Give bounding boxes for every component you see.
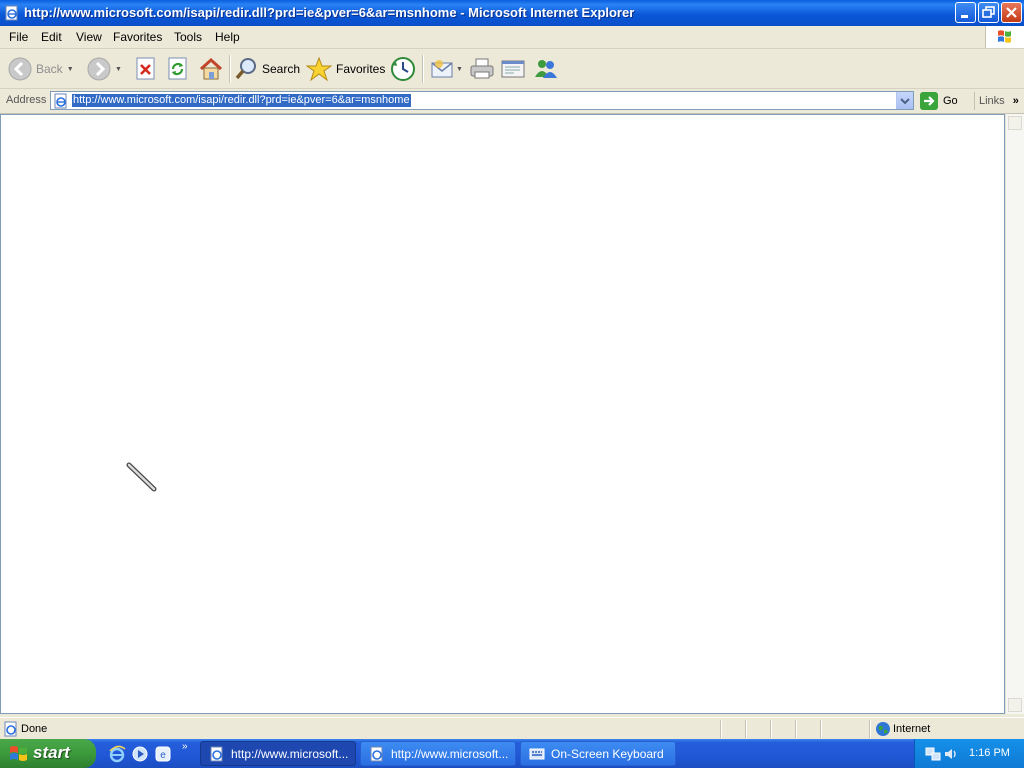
network-icon[interactable] (925, 746, 941, 762)
search-label: Search (262, 62, 301, 76)
standard-toolbar: Back ▼ ▼ Search Favorites ▼ (0, 49, 1024, 89)
go-arrow-icon (920, 92, 938, 110)
page-done-icon (3, 721, 19, 737)
status-separator (720, 720, 722, 738)
address-dropdown-button[interactable] (896, 92, 913, 109)
quicklaunch-ie-icon[interactable] (108, 745, 126, 763)
chevron-right-icon[interactable]: » (1013, 95, 1019, 107)
menu-favorites[interactable]: Favorites (113, 30, 162, 44)
security-zone-text: Internet (893, 723, 931, 735)
scroll-down-button[interactable] (1008, 698, 1022, 712)
search-icon (234, 57, 258, 81)
taskbar-task-ie-1[interactable]: http://www.microsoft... (200, 741, 356, 766)
windows-flag-icon (9, 745, 29, 763)
scroll-up-button[interactable] (1008, 116, 1022, 130)
back-button[interactable]: Back ▼ (8, 54, 74, 84)
stop-button[interactable] (135, 54, 157, 84)
page-content[interactable] (0, 114, 1005, 714)
messenger-button[interactable] (532, 54, 560, 84)
messenger-icon (532, 57, 560, 81)
keyboard-icon (529, 748, 545, 759)
start-label: start (33, 743, 70, 762)
favorites-button[interactable]: Favorites (306, 54, 385, 84)
back-arrow-icon (8, 57, 32, 81)
mail-dropdown-icon[interactable]: ▼ (456, 66, 463, 73)
search-button[interactable]: Search (234, 54, 300, 84)
address-url-text[interactable]: http://www.microsoft.com/isapi/redir.dll… (72, 94, 411, 107)
address-label: Address (6, 94, 47, 106)
menu-bar: File Edit View Favorites Tools Help (0, 26, 1024, 49)
minimize-button[interactable] (955, 2, 976, 23)
address-bar: Address http://www.microsoft.com/isapi/r… (0, 89, 1024, 114)
go-button[interactable]: Go (920, 92, 958, 110)
taskbar: start e » http://www.microsoft... http:/… (0, 739, 1024, 768)
quicklaunch-media-icon[interactable] (131, 745, 149, 763)
menu-tools[interactable]: Tools (174, 30, 202, 44)
system-tray: 1:16 PM (914, 739, 1024, 768)
taskbar-task-ie-2[interactable]: http://www.microsoft... (360, 741, 516, 766)
forward-arrow-icon (87, 57, 111, 81)
edit-page-icon (500, 57, 526, 81)
restore-button[interactable] (978, 2, 999, 23)
status-text: Done (21, 723, 48, 735)
print-button[interactable] (469, 54, 495, 84)
internet-zone-icon (875, 721, 891, 737)
back-label: Back (36, 62, 63, 76)
status-separator (770, 720, 772, 738)
ie-page-icon (4, 5, 20, 21)
ie-page-icon (370, 746, 383, 761)
windows-logo-icon (985, 26, 1024, 48)
ie-page-icon (210, 746, 223, 761)
vertical-scrollbar[interactable] (1005, 114, 1024, 714)
start-button[interactable]: start (0, 739, 96, 768)
back-dropdown-icon[interactable]: ▼ (67, 66, 74, 73)
status-separator (795, 720, 797, 738)
toolbar-separator (229, 55, 231, 83)
menu-view[interactable]: View (76, 30, 102, 44)
window-title: http://www.microsoft.com/isapi/redir.dll… (24, 5, 635, 20)
forward-button[interactable]: ▼ (87, 54, 122, 84)
pen-cursor-icon (126, 462, 158, 494)
taskbar-task-osk[interactable]: On-Screen Keyboard (520, 741, 676, 766)
task-label: http://www.microsoft... (231, 746, 349, 761)
toolbar-separator (422, 55, 424, 83)
go-label: Go (943, 95, 958, 107)
links-toolbar[interactable]: Links » (974, 92, 1019, 110)
forward-dropdown-icon[interactable]: ▼ (115, 66, 122, 73)
stop-icon (135, 57, 157, 81)
volume-icon[interactable] (943, 746, 959, 762)
menu-edit[interactable]: Edit (41, 30, 62, 44)
status-separator (869, 720, 871, 738)
history-button[interactable] (390, 54, 416, 84)
close-button[interactable] (1001, 2, 1022, 23)
clock[interactable]: 1:16 PM (969, 747, 1010, 759)
edit-button[interactable] (500, 54, 526, 84)
task-label: http://www.microsoft... (391, 746, 509, 761)
mail-icon (430, 58, 456, 80)
title-bar[interactable]: http://www.microsoft.com/isapi/redir.dll… (0, 0, 1024, 26)
quicklaunch-outlook-icon[interactable]: e (154, 745, 172, 763)
favorites-label: Favorites (336, 62, 386, 76)
menu-file[interactable]: File (9, 30, 28, 44)
address-input[interactable]: http://www.microsoft.com/isapi/redir.dll… (50, 91, 914, 110)
refresh-button[interactable] (167, 54, 189, 84)
quicklaunch-chevron-icon[interactable]: » (182, 741, 188, 752)
links-label: Links (979, 95, 1005, 107)
mail-button[interactable]: ▼ (430, 54, 463, 84)
home-button[interactable] (198, 54, 224, 84)
refresh-icon (167, 57, 189, 81)
status-bar: Done Internet (0, 717, 1024, 740)
status-separator (820, 720, 822, 738)
svg-text:e: e (160, 750, 166, 761)
star-icon (306, 57, 332, 81)
status-separator (745, 720, 747, 738)
history-icon (390, 56, 416, 82)
printer-icon (469, 57, 495, 81)
home-icon (198, 57, 224, 81)
menu-help[interactable]: Help (215, 30, 240, 44)
page-icon (53, 93, 69, 109)
task-label: On-Screen Keyboard (551, 746, 664, 761)
